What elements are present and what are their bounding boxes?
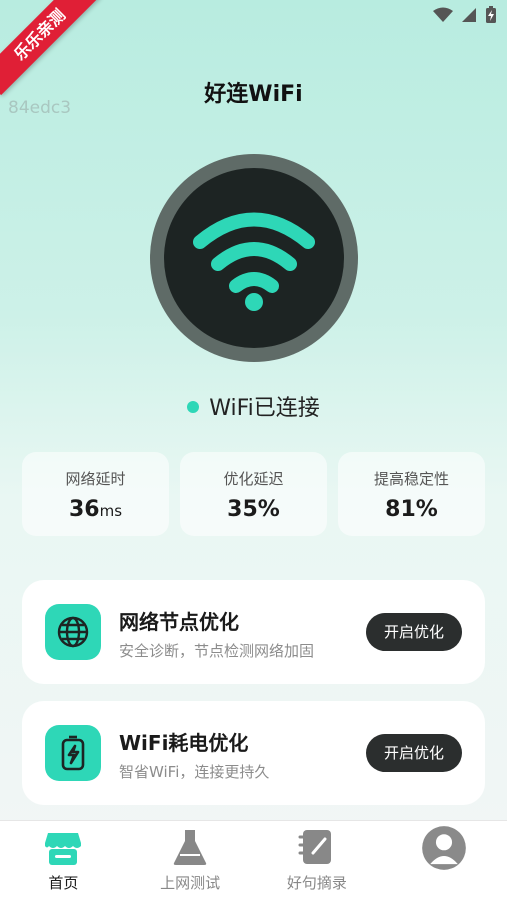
signal-icon [462, 8, 476, 22]
card-title: WiFi耗电优化 [119, 731, 249, 755]
stat-label: 提高稳定性 [373, 470, 449, 488]
stat-number: 35% [227, 497, 280, 522]
status-icons [433, 6, 497, 24]
stat-label: 网络延时 [65, 470, 126, 488]
avatar-icon [421, 826, 466, 870]
battery-bolt-icon [45, 725, 101, 781]
card-subtitle: 安全诊断，节点检测网络加固 [119, 642, 315, 660]
stat-stability: 提高稳定性 81% [338, 452, 485, 536]
enable-optimization-button[interactable]: 开启优化 [366, 734, 462, 772]
store-icon [45, 833, 82, 865]
bottom-tab-bar: 首页 上网测试 好句摘录 [0, 820, 507, 903]
tab-quotes[interactable]: 好句摘录 [254, 821, 381, 903]
stat-number: 36 [68, 497, 100, 522]
stat-value: 36ms [22, 497, 169, 522]
tab-label: 首页 [48, 874, 79, 892]
stat-number: 81% [385, 497, 438, 522]
enable-optimization-button[interactable]: 开启优化 [366, 613, 462, 651]
tab-label: 好句摘录 [286, 874, 347, 892]
wifi-icon [433, 7, 453, 22]
tab-network-test[interactable]: 上网测试 [127, 821, 254, 903]
stat-unit: ms [99, 502, 123, 520]
globe-icon [45, 604, 101, 660]
flask-icon [173, 830, 207, 865]
battery-icon [486, 6, 496, 23]
card-subtitle: 智省WiFi，连接更持久 [119, 763, 270, 781]
connection-status-text: WiFi已连接 [209, 396, 320, 421]
stat-label: 优化延迟 [223, 470, 284, 488]
stat-delay-optimization: 优化延迟 35% [180, 452, 327, 536]
wifi-hero-button[interactable] [148, 152, 360, 364]
stat-value: 81% [338, 497, 485, 522]
tab-home[interactable]: 首页 [0, 821, 127, 903]
connection-status: WiFi已连接 [0, 390, 507, 422]
status-dot [187, 401, 200, 413]
notebook-icon [298, 830, 331, 864]
stat-value: 35% [180, 497, 327, 522]
tab-profile[interactable] [380, 821, 507, 903]
page-title: 好连WiFi [204, 82, 303, 107]
card-title: 网络节点优化 [119, 610, 239, 634]
stats-row: 网络延时 36ms 优化延迟 35% 提高稳定性 81% [22, 452, 485, 536]
tab-label: 上网测试 [160, 874, 221, 892]
card-node-optimization: 网络节点优化 安全诊断，节点检测网络加固 开启优化 [22, 580, 485, 684]
stat-latency: 网络延时 36ms [22, 452, 169, 536]
card-power-optimization: WiFi耗电优化 智省WiFi，连接更持久 开启优化 [22, 701, 485, 805]
